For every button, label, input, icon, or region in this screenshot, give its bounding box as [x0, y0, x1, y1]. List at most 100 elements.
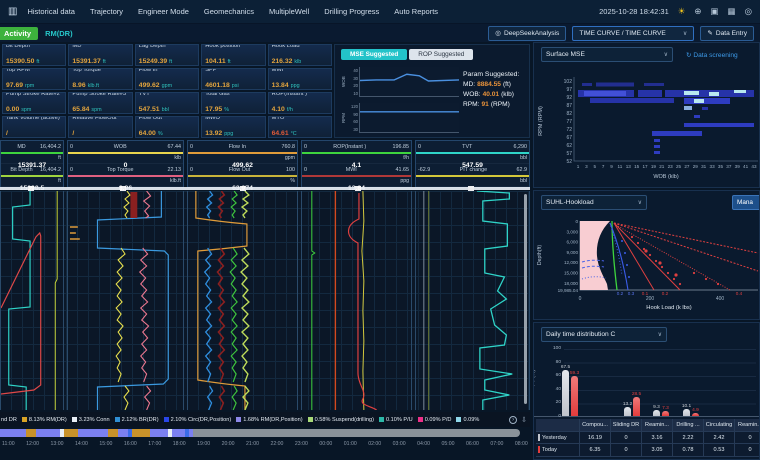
- legend-item[interactable]: 3.23% Conn: [72, 417, 110, 423]
- card-label: Total Gas: [205, 92, 261, 97]
- timeline-segment[interactable]: [108, 429, 118, 437]
- card-value: /: [6, 130, 8, 137]
- nav-item-drilling-progress[interactable]: Drilling Progress: [324, 7, 379, 16]
- card-label: Pump Stroke Rate#3: [72, 92, 128, 97]
- nav-item-trajectory[interactable]: Trajectory: [90, 7, 123, 16]
- suhl-xtick: 200: [646, 296, 655, 302]
- daily-select[interactable]: Daily time distribution C ∨: [541, 327, 667, 342]
- timeline-segment[interactable]: [132, 429, 150, 437]
- fullscreen-icon[interactable]: ▣: [711, 7, 719, 16]
- track-header: 0WOB67.440klb0Top Torque22.138.96klb.ft: [67, 140, 184, 188]
- drilling-dashboard: ▥ Historical dataTrajectoryEngineer Mode…: [0, 0, 760, 460]
- card-unit: psi: [232, 83, 239, 89]
- bar-today: 4.9: [692, 413, 699, 416]
- rpm-ticks: 120906030: [348, 103, 359, 133]
- nav-item-auto-reports[interactable]: Auto Reports: [394, 7, 438, 16]
- legend-item[interactable]: 0.10% P/U: [379, 417, 413, 423]
- legend-item[interactable]: 0.58% Suspend(drilling): [308, 417, 374, 423]
- time-label: 01:00: [344, 441, 357, 447]
- suggested-param: WOB:40.01(klb): [463, 91, 529, 98]
- timeline-segment[interactable]: [172, 429, 185, 437]
- legend-item-partial[interactable]: nd DR: [1, 417, 17, 423]
- nav-item-multiplewell[interactable]: MultipleWell: [269, 7, 309, 16]
- globe-icon[interactable]: ⊕: [694, 7, 701, 16]
- manage-button[interactable]: Mana: [732, 195, 760, 210]
- legend-item[interactable]: 2.10% Circ(DR,Position): [164, 417, 232, 423]
- tab-rm-dr[interactable]: RM(DR): [45, 29, 73, 38]
- activity-timeline-strip[interactable]: [0, 429, 530, 438]
- rpm-plot: [359, 103, 459, 133]
- tab-mse-suggested[interactable]: MSE Suggested: [341, 49, 407, 60]
- log-track-charts[interactable]: [0, 191, 530, 410]
- data-entry-button[interactable]: ✎ Data Entry: [700, 26, 754, 41]
- theme-sun-icon[interactable]: ☀: [678, 7, 686, 16]
- param-suggest-panel: MSE SuggestedROP Suggested WOB 40302010 …: [334, 44, 530, 138]
- mse-ytick: 92: [566, 95, 572, 101]
- download-icon[interactable]: ⇩: [521, 416, 527, 424]
- chevron-right-circle-icon[interactable]: ›: [509, 416, 517, 424]
- curve-type-select[interactable]: TIME CURVE / TIME CURVE ∨: [572, 26, 694, 41]
- card-label: Top Torque: [72, 68, 128, 73]
- card-value: 13.92: [205, 130, 222, 137]
- card-unit: %: [158, 131, 163, 137]
- legend-label: 2.10% Circ(DR,Position): [171, 417, 232, 423]
- card-value: 0.00: [6, 106, 19, 113]
- legend-item[interactable]: 1.68% RM(DR,Position): [236, 417, 302, 423]
- suhl-ytick: 0: [575, 219, 578, 224]
- timeline-segment[interactable]: [26, 429, 36, 437]
- mse-ytick: 77: [566, 119, 572, 125]
- mse-xtick: 43: [751, 164, 757, 169]
- data-screening-link[interactable]: ↻ Data screening: [686, 51, 738, 59]
- nav-item-engineer-mode[interactable]: Engineer Mode: [138, 7, 189, 16]
- legend-item[interactable]: 8.13% RM(DR): [22, 417, 67, 423]
- timeline-segment[interactable]: [0, 429, 26, 437]
- card-unit: °C: [291, 131, 297, 137]
- spark-tick: 30: [348, 127, 358, 132]
- bar-today: 59.3: [571, 376, 578, 416]
- nav-item-historical-data[interactable]: Historical data: [27, 7, 75, 16]
- timeline-scrollbar[interactable]: [193, 429, 520, 437]
- tab-rop-suggested[interactable]: ROP Suggested: [409, 49, 473, 60]
- card-label: MTO: [272, 116, 328, 121]
- legend-item[interactable]: 0.09%: [456, 417, 479, 423]
- tab-activity[interactable]: Activity: [0, 27, 38, 40]
- timeline-segment[interactable]: [78, 429, 108, 437]
- suhl-ylabel: Depth(ft): [537, 245, 543, 265]
- daily-table-header: Compou...Sliding DRReamin...Drilling ...…: [536, 419, 760, 432]
- data-card: TVT547.51bbl: [135, 92, 199, 114]
- suhl-select[interactable]: SUHL-Hookload ∨: [541, 195, 647, 210]
- card-unit: ft: [228, 59, 231, 65]
- nav-item-geomechanics[interactable]: Geomechanics: [204, 7, 254, 16]
- legend-item[interactable]: 0.09% P/D: [418, 417, 452, 423]
- deepseek-analysis-button[interactable]: ◎ DeepSeekAnalysis: [488, 26, 566, 41]
- timeline-segment[interactable]: [118, 429, 128, 437]
- channel-value: 4.1: [352, 162, 361, 169]
- legend-item[interactable]: 2.12% BR(DR): [115, 417, 159, 423]
- card-label: Hook Load: [272, 44, 328, 49]
- suhl-xtick: 0: [579, 296, 582, 302]
- timeline-segment[interactable]: [150, 429, 168, 437]
- suggested-param: RPM:91(RPM): [463, 101, 529, 108]
- apps-grid-icon[interactable]: ▦: [728, 7, 736, 16]
- timeline-segment[interactable]: [36, 429, 60, 437]
- bar-today: 28.5: [633, 397, 640, 416]
- pencil-icon: ✎: [707, 29, 713, 37]
- card-label: MWI: [272, 68, 328, 73]
- daily-col-header: Sliding DR: [611, 419, 642, 432]
- daily-cell: 6.35: [580, 444, 611, 457]
- daily-cell: 3.16: [642, 432, 673, 445]
- data-card: MTO64.61°C: [268, 116, 332, 138]
- surface-mse-title: Surface MSE: [546, 51, 585, 58]
- activity-legend: nd DR 8.13% RM(DR) 3.23% Conn 2.12% BR(DR)…: [0, 412, 530, 427]
- timeline-segment[interactable]: [64, 429, 78, 437]
- rpm-sparkline: RPM 120906030: [341, 103, 459, 133]
- power-icon[interactable]: ◎: [745, 7, 752, 16]
- legend-swatch: [115, 417, 120, 422]
- daily-col-header: Compou...: [580, 419, 611, 432]
- surface-mse-select[interactable]: Surface MSE ∨: [541, 47, 673, 62]
- mse-ytick: 52: [566, 159, 572, 165]
- data-card: Flow In499.62gpm: [135, 68, 199, 90]
- depth-cursor-slider[interactable]: [0, 187, 530, 190]
- rpm-axis-label: RPM: [341, 103, 348, 133]
- track-scrollbar[interactable]: [524, 194, 527, 404]
